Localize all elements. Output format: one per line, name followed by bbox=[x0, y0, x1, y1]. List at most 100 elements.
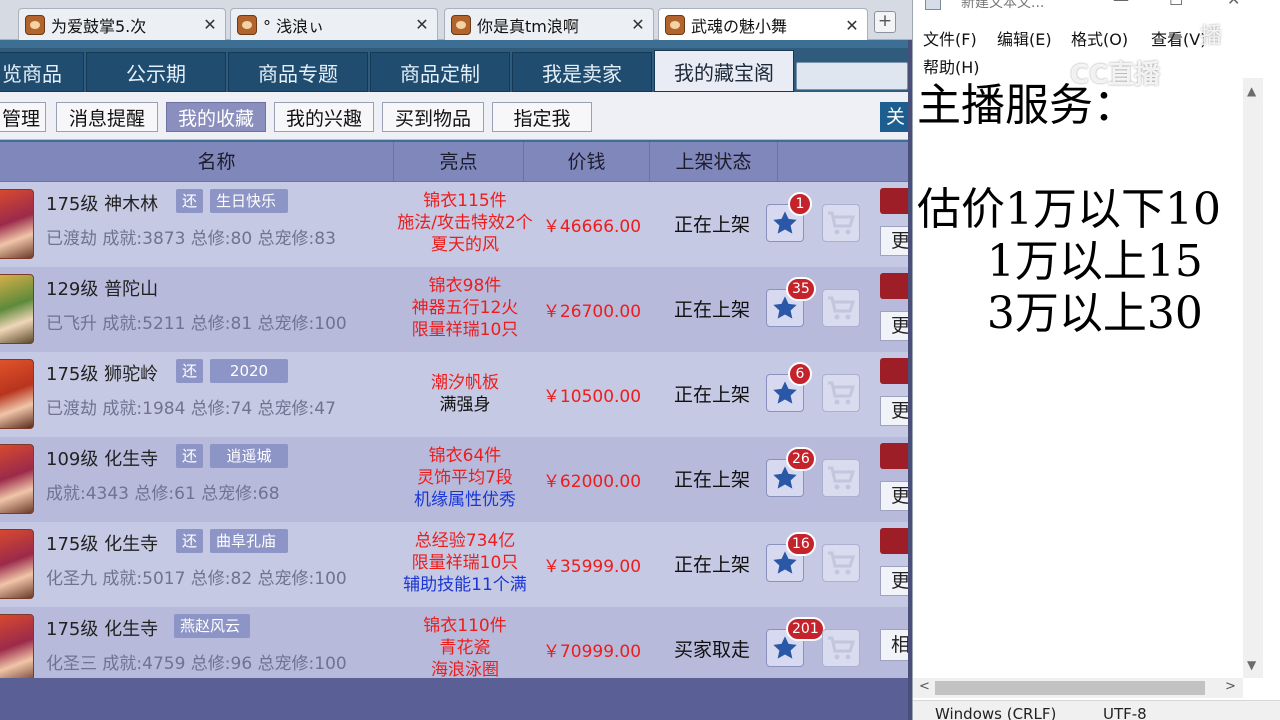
notepad-window: 新建文本文... — ☐ ✕ 文件(F) 编辑(E) 格式(O) 查看(V) 帮… bbox=[912, 0, 1280, 720]
title-badge: 2020 bbox=[210, 359, 288, 383]
close-icon[interactable]: ✕ bbox=[629, 15, 647, 34]
tab-i-am-seller[interactable]: 我是卖家 bbox=[512, 52, 652, 92]
tab-title: 为爱鼓掌5.次 bbox=[51, 16, 147, 36]
table-row[interactable]: 175级 狮驼岭 还 2020 已渡劫 成就:1984 总修:74 总宠修:47… bbox=[0, 352, 908, 437]
more-button[interactable]: 更 bbox=[880, 226, 908, 256]
add-to-cart-button[interactable] bbox=[822, 544, 860, 582]
avatar bbox=[0, 274, 34, 344]
cart-icon bbox=[828, 636, 856, 660]
add-to-cart-button[interactable] bbox=[822, 459, 860, 497]
encoding-status: UTF-8 bbox=[1103, 705, 1147, 720]
my-favorites-button[interactable]: 我的收藏 bbox=[166, 102, 266, 132]
close-button[interactable]: 关 bbox=[880, 102, 908, 132]
search-input[interactable] bbox=[796, 62, 908, 90]
buy-button[interactable] bbox=[880, 273, 908, 299]
table-row[interactable]: 109级 化生寺 还 逍遥城 成就:4343 总修:61 总宠修:68 锦衣64… bbox=[0, 437, 908, 522]
character-info: 已飞升 成就:5211 总修:81 总宠修:100 bbox=[46, 314, 347, 334]
message-remind-button[interactable]: 消息提醒 bbox=[56, 102, 158, 132]
table-row[interactable]: 175级 化生寺 燕赵风云 化圣三 成就:4759 总修:96 总宠修:100 … bbox=[0, 607, 908, 678]
menu-edit[interactable]: 编辑(E) bbox=[997, 26, 1052, 50]
cart-icon bbox=[828, 466, 856, 490]
table-row[interactable]: 129级 普陀山 已飞升 成就:5211 总修:81 总宠修:100 锦衣98件… bbox=[0, 267, 908, 352]
highlight-line: 限量祥瑞10只 bbox=[411, 553, 519, 573]
horizontal-scrollbar[interactable]: < > bbox=[913, 678, 1243, 698]
highlight-line: 满强身 bbox=[439, 395, 491, 415]
close-icon[interactable]: ✕ bbox=[201, 15, 219, 34]
more-button[interactable]: 相 bbox=[880, 629, 908, 661]
table-row[interactable]: 175级 神木林 还 生日快乐 已渡劫 成就:3873 总修:80 总宠修:83… bbox=[0, 182, 908, 267]
character-name: 175级 狮驼岭 bbox=[46, 364, 159, 385]
browser-tab-active[interactable]: 武魂の魅小舞 ✕ bbox=[658, 8, 868, 41]
highlight-line: 神器五行12火 bbox=[411, 298, 519, 318]
highlight-line: 施法/攻击特效2个 bbox=[397, 213, 533, 233]
tab-goods-custom[interactable]: 商品定制 bbox=[370, 52, 510, 92]
tab-public-period[interactable]: 公示期 bbox=[86, 52, 226, 92]
table-row[interactable]: 175级 化生寺 还 曲阜孔庙 化圣九 成就:5017 总修:82 总宠修:10… bbox=[0, 522, 908, 607]
avatar-icon bbox=[451, 14, 471, 35]
add-to-cart-button[interactable] bbox=[822, 629, 860, 667]
character-info: 已渡劫 成就:1984 总修:74 总宠修:47 bbox=[46, 399, 336, 419]
listing-status: 正在上架 bbox=[673, 554, 750, 576]
new-tab-button[interactable]: + bbox=[874, 11, 896, 33]
minimize-icon[interactable]: — bbox=[1113, 0, 1129, 9]
menu-help[interactable]: 帮助(H) bbox=[923, 54, 980, 78]
menu-view[interactable]: 查看(V) bbox=[1151, 26, 1206, 50]
window-title: 新建文本文... bbox=[961, 0, 1045, 11]
scroll-up-icon[interactable]: ▲ bbox=[1247, 84, 1256, 98]
text-area[interactable]: 主播服务： 估价1万以下10 1万以上15 3万以上30 bbox=[917, 80, 1243, 680]
assigned-to-me-button[interactable]: 指定我 bbox=[492, 102, 592, 132]
favorite-count-badge: 16 bbox=[786, 532, 816, 556]
highlight-line: 锦衣110件 bbox=[423, 616, 507, 636]
my-interests-button[interactable]: 我的兴趣 bbox=[274, 102, 374, 132]
add-to-cart-button[interactable] bbox=[822, 289, 860, 327]
close-icon[interactable]: ✕ bbox=[843, 16, 861, 35]
price: ￥10500.00 bbox=[542, 387, 642, 407]
manage-button[interactable]: 管理 bbox=[0, 102, 46, 132]
avatar bbox=[0, 614, 34, 678]
more-button[interactable]: 更 bbox=[880, 481, 908, 511]
price: ￥62000.00 bbox=[542, 472, 642, 492]
buy-button[interactable] bbox=[880, 358, 908, 384]
menu-format[interactable]: 格式(O) bbox=[1071, 26, 1128, 50]
more-button[interactable]: 更 bbox=[880, 396, 908, 426]
title-bar: 新建文本文... — ☐ ✕ bbox=[913, 0, 1280, 22]
bought-items-button[interactable]: 买到物品 bbox=[382, 102, 484, 132]
character-info: 已渡劫 成就:3873 总修:80 总宠修:83 bbox=[46, 229, 336, 249]
browser-tab[interactable]: ° 浅浪ぃ ✕ bbox=[230, 8, 438, 40]
highlights: 锦衣64件 灵饰平均7段 机缘属性优秀 bbox=[388, 445, 542, 511]
character-name: 175级 化生寺 bbox=[46, 534, 159, 555]
close-icon[interactable]: ✕ bbox=[1227, 0, 1240, 9]
favorite-count-badge: 201 bbox=[786, 617, 825, 641]
close-icon[interactable]: ✕ bbox=[413, 15, 431, 34]
price: ￥46666.00 bbox=[542, 217, 642, 237]
tab-my-treasure[interactable]: 我的藏宝阁 bbox=[654, 50, 794, 92]
cart-icon bbox=[828, 296, 856, 320]
browser-tab[interactable]: 你是真tm浪啊 ✕ bbox=[444, 8, 654, 40]
buy-button[interactable] bbox=[880, 188, 908, 214]
character-info: 化圣三 成就:4759 总修:96 总宠修:100 bbox=[46, 654, 347, 674]
menu-file[interactable]: 文件(F) bbox=[923, 26, 977, 50]
buy-button[interactable] bbox=[880, 528, 908, 554]
highlight-line: 夏天的风 bbox=[431, 235, 499, 255]
browser-tab[interactable]: 为爱鼓掌5.次 ✕ bbox=[18, 8, 226, 40]
listing-status: 正在上架 bbox=[673, 469, 750, 491]
vertical-scrollbar[interactable]: ▲ ▼ bbox=[1243, 78, 1263, 678]
avatar-icon bbox=[25, 14, 45, 35]
scroll-right-icon[interactable]: > bbox=[1225, 679, 1236, 694]
add-to-cart-button[interactable] bbox=[822, 204, 860, 242]
add-to-cart-button[interactable] bbox=[822, 374, 860, 412]
scroll-down-icon[interactable]: ▼ bbox=[1247, 658, 1256, 672]
tab-browse-goods[interactable]: 览商品 bbox=[0, 52, 84, 92]
scroll-left-icon[interactable]: < bbox=[919, 679, 930, 694]
favorites-list: 175级 神木林 还 生日快乐 已渡劫 成就:3873 总修:80 总宠修:83… bbox=[0, 182, 908, 678]
tab-goods-topics[interactable]: 商品专题 bbox=[228, 52, 368, 92]
scroll-thumb[interactable] bbox=[935, 681, 1205, 695]
more-button[interactable]: 更 bbox=[880, 311, 908, 341]
more-button[interactable]: 更 bbox=[880, 566, 908, 596]
maximize-icon[interactable]: ☐ bbox=[1169, 0, 1183, 9]
buy-button[interactable] bbox=[880, 443, 908, 469]
line-ending-status: Windows (CRLF) bbox=[935, 705, 1057, 720]
highlights: 潮汐帆板 满强身 bbox=[388, 372, 542, 416]
main-nav: 览商品 公示期 商品专题 商品定制 我是卖家 我的藏宝阁 bbox=[0, 48, 908, 92]
title-badge: 曲阜孔庙 bbox=[210, 529, 288, 553]
